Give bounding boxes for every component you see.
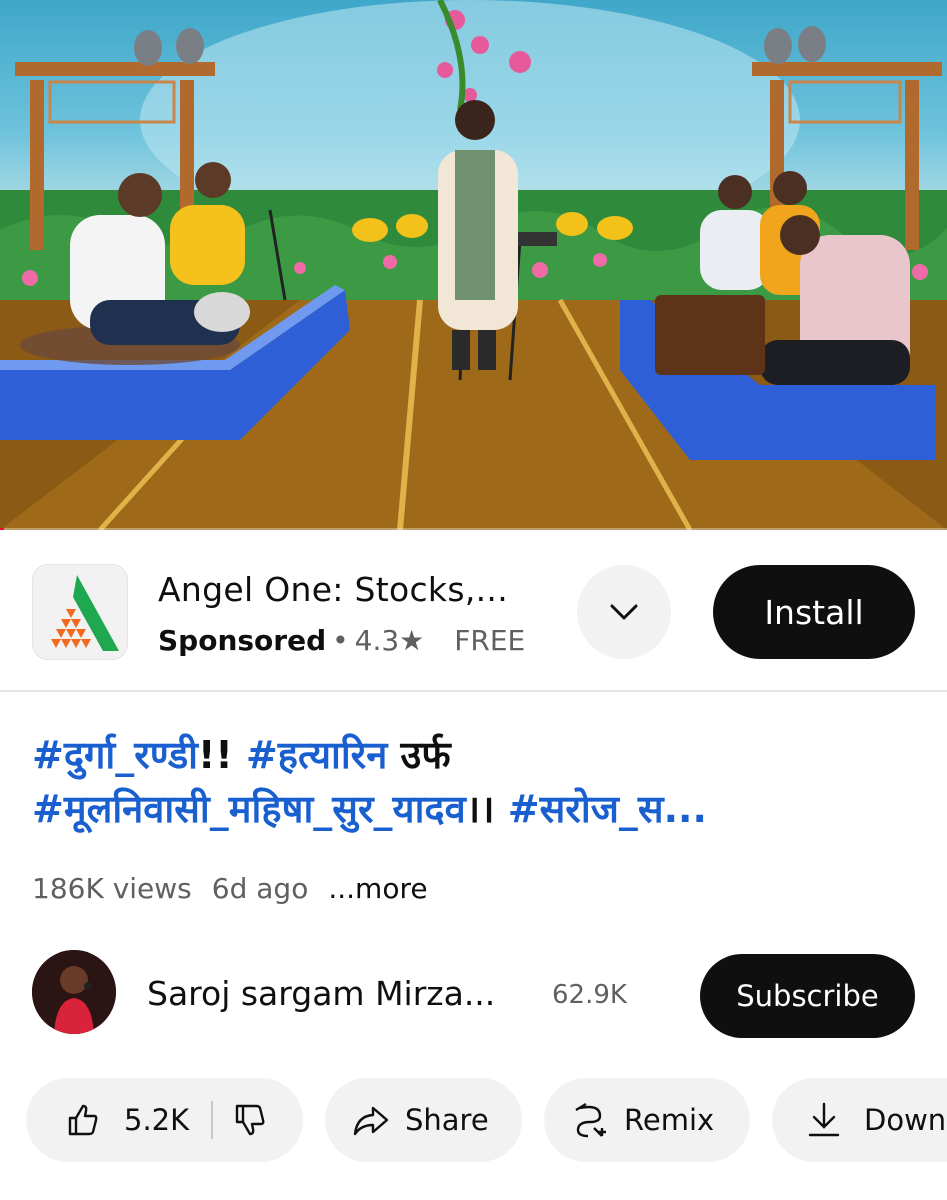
download-icon — [808, 1102, 840, 1137]
title-text: उर्फ — [387, 733, 451, 777]
hashtag-link[interactable]: #सरोज_स... — [508, 787, 707, 831]
avatar-photo — [32, 950, 116, 1034]
thumbs-up-icon — [68, 1104, 98, 1136]
video-title-line-1: #दुर्गा_रण्डी!! #हत्यारिन उर्फ — [32, 728, 922, 782]
hashtag-link[interactable]: #हत्यारिन — [246, 733, 387, 777]
ad-price: FREE — [454, 624, 526, 657]
like-button[interactable]: 5.2K — [26, 1100, 189, 1140]
dislike-button[interactable] — [229, 1100, 269, 1140]
sponsored-app-ad[interactable]: Angel One: Stocks,... Sponsored • 4.3★ FREE… — [0, 532, 947, 692]
video-title[interactable]: #दुर्गा_रण्डी!! #हत्यारिन उर्फ #मूलनिवास… — [32, 728, 922, 836]
remix-button[interactable]: Remix — [544, 1078, 750, 1162]
hashtag-link[interactable]: #दुर्गा_रण्डी — [32, 733, 198, 777]
logo-triangle — [56, 629, 66, 638]
logo-triangle — [76, 629, 86, 638]
video-meta[interactable]: 186K views 6d ago ...more — [32, 872, 448, 905]
share-button[interactable]: Share — [325, 1078, 522, 1162]
ad-expand-button[interactable] — [577, 565, 671, 659]
sponsored-label: Sponsored — [158, 624, 327, 657]
like-count: 5.2K — [124, 1103, 190, 1137]
hashtag-link[interactable]: #मूलनिवासी_महिषा_सुर_यादव — [32, 787, 466, 831]
ad-app-title[interactable]: Angel One: Stocks,... — [158, 570, 508, 609]
view-count: 186K views — [32, 872, 192, 905]
angel-one-logo-icon — [32, 564, 128, 660]
remix-icon — [575, 1102, 606, 1138]
logo-triangle — [71, 619, 81, 628]
channel-avatar[interactable] — [32, 950, 116, 1034]
video-progress-fill — [0, 528, 4, 530]
logo-triangle — [71, 639, 81, 648]
like-dislike-chip: 5.2K — [26, 1078, 303, 1162]
star-icon: ★ — [399, 624, 425, 657]
video-player[interactable] — [0, 0, 947, 530]
channel-name[interactable]: Saroj sargam Mirza... — [147, 974, 495, 1013]
share-arrow-icon — [353, 1106, 389, 1136]
title-text: ।। — [465, 787, 508, 831]
logo-triangle — [61, 619, 71, 628]
ad-meta: Sponsored • 4.3★ FREE — [158, 624, 525, 657]
video-progress-bar[interactable] — [0, 528, 947, 530]
logo-triangle — [51, 639, 61, 648]
chevron-down-icon — [610, 604, 638, 620]
install-button[interactable]: Install — [713, 565, 915, 659]
subscriber-count: 62.9K — [552, 980, 627, 1010]
logo-triangle — [61, 639, 71, 648]
subscribe-button[interactable]: Subscribe — [700, 954, 915, 1038]
download-label: Down — [864, 1103, 947, 1137]
ad-rating: 4.3 — [354, 624, 400, 657]
thumbs-down-icon — [235, 1104, 265, 1136]
remix-label: Remix — [624, 1103, 715, 1137]
chip-divider — [211, 1101, 214, 1139]
watch-panel: Angel One: Stocks,... Sponsored • 4.3★ FREE… — [0, 532, 947, 1200]
logo-triangle — [66, 609, 76, 618]
meta-separator: • — [332, 624, 349, 657]
title-text: !! — [198, 733, 246, 777]
share-label: Share — [405, 1103, 489, 1137]
logo-triangle — [81, 639, 91, 648]
download-button[interactable]: Down — [772, 1078, 947, 1162]
logo-triangle — [66, 629, 76, 638]
video-frame-stage-scene — [0, 0, 947, 530]
more-link[interactable]: ...more — [328, 872, 427, 905]
video-title-line-2: #मूलनिवासी_महिषा_सुर_यादव।। #सरोज_स... — [32, 782, 922, 836]
upload-age: 6d ago — [211, 872, 309, 905]
